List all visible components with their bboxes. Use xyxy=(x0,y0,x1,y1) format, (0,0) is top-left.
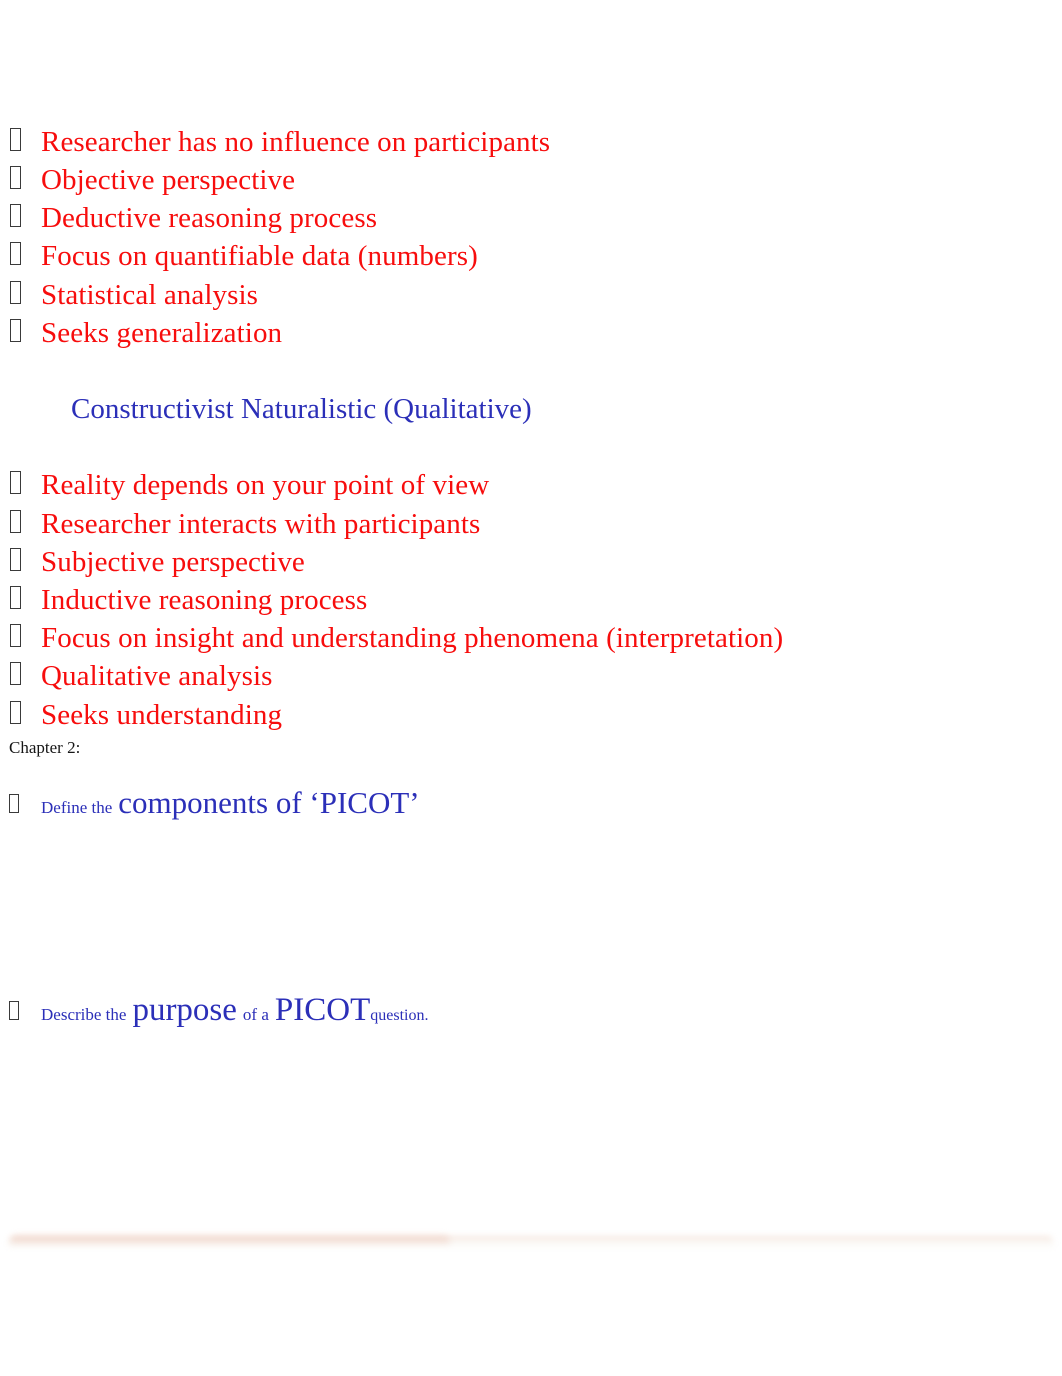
page-edge-artifact xyxy=(8,1236,1054,1250)
list-item-label: Inductive reasoning process xyxy=(41,584,368,616)
missing-glyph-box-icon xyxy=(10,624,21,647)
list-item: Researcher interacts with participants xyxy=(10,510,480,539)
list-item-label: Deductive reasoning process xyxy=(41,202,378,234)
list-item-label: Reality depends on your point of view xyxy=(41,469,490,501)
missing-glyph-box-icon xyxy=(10,662,21,685)
list-item-label: Statistical analysis xyxy=(41,279,259,311)
list-item: Reality depends on your point of view xyxy=(10,471,489,500)
list-item-label: Focus on insight and understanding pheno… xyxy=(41,622,784,654)
list-item-label: Qualitative analysis xyxy=(41,660,273,692)
missing-glyph-box-icon xyxy=(10,510,21,533)
list-item: Deductive reasoning process xyxy=(10,204,377,233)
chapter-label: Chapter 2: xyxy=(9,738,81,757)
list-item: Subjective perspective xyxy=(10,548,305,577)
picot-part-label: of a xyxy=(242,1005,269,1024)
list-item-label: Researcher interacts with participants xyxy=(41,508,481,540)
list-item-label: Researcher has no influence on participa… xyxy=(41,126,551,158)
picot-part-emphasis: components of ‘PICOT’ xyxy=(118,785,420,820)
list-item: Objective perspective xyxy=(10,166,295,195)
missing-glyph-box-icon xyxy=(10,701,21,724)
list-item-label: Seeks understanding xyxy=(41,699,283,731)
list-item: Seeks understanding xyxy=(10,701,282,730)
page-edge-warm-artifact xyxy=(10,1236,450,1245)
document-page: Researcher has no influence on participa… xyxy=(0,0,1062,1376)
picot-part-emphasis: PICOT xyxy=(274,992,371,1028)
picot-part-emphasis: purpose xyxy=(132,992,237,1028)
list-item-label: Subjective perspective xyxy=(41,546,305,578)
missing-glyph-box-icon xyxy=(10,281,21,304)
list-item: Focus on insight and understanding pheno… xyxy=(10,624,783,653)
list-item: Researcher has no influence on participa… xyxy=(10,128,550,157)
section-heading: Constructivist Naturalistic (Qualitative… xyxy=(71,393,532,425)
missing-glyph-box-icon xyxy=(10,319,21,342)
picot-part-label: Define the xyxy=(41,798,113,817)
list-item: Qualitative analysis xyxy=(10,662,273,691)
missing-glyph-box-icon xyxy=(10,128,21,151)
missing-glyph-box-icon xyxy=(9,1001,19,1020)
picot-part-label: question. xyxy=(370,1007,429,1024)
picot-objective-define-components: Define the components of ‘PICOT’ xyxy=(9,787,420,818)
missing-glyph-box-icon xyxy=(10,548,21,571)
missing-glyph-box-icon xyxy=(10,166,21,189)
list-item: Statistical analysis xyxy=(10,281,258,310)
list-item-label: Seeks generalization xyxy=(41,317,283,349)
list-item: Inductive reasoning process xyxy=(10,586,367,615)
list-item: Focus on quantifiable data (numbers) xyxy=(10,242,478,271)
list-item: Seeks generalization xyxy=(10,319,282,348)
list-item-label: Focus on quantifiable data (numbers) xyxy=(41,240,478,272)
missing-glyph-box-icon xyxy=(10,586,21,609)
picot-part-label: Describe the xyxy=(41,1005,127,1024)
missing-glyph-box-icon xyxy=(9,794,19,813)
missing-glyph-box-icon xyxy=(10,204,21,227)
picot-objective-describe-purpose: Describe the purpose of a PICOT question… xyxy=(9,994,428,1027)
list-item-label: Objective perspective xyxy=(41,164,296,196)
missing-glyph-box-icon xyxy=(10,242,21,265)
missing-glyph-box-icon xyxy=(10,471,21,494)
